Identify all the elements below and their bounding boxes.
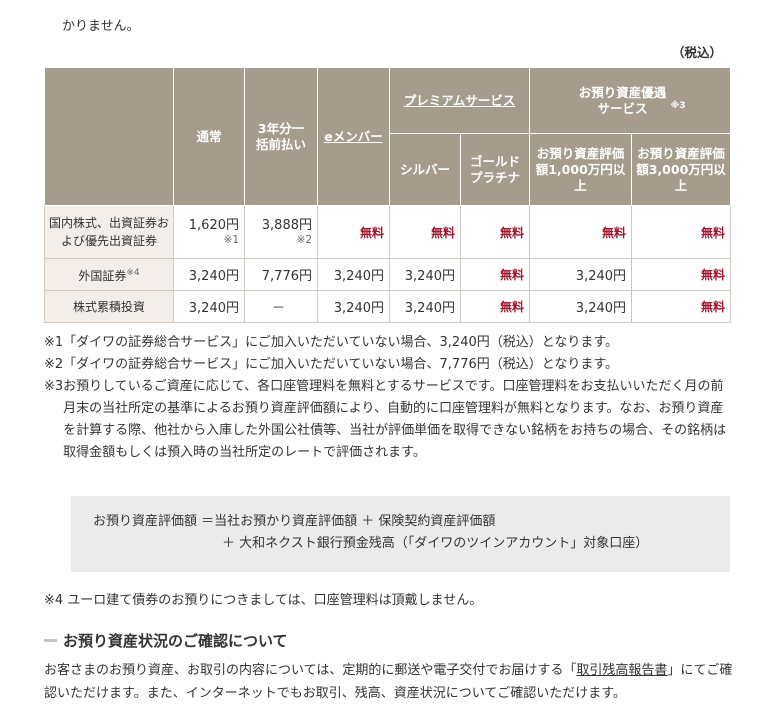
cell-normal: 3,240円: [173, 258, 245, 291]
account-fee-table: 通常 3年分一括前払い eメンバー プレミアムサービス お預り資産優遇サービス ※…: [44, 67, 732, 323]
cell-e-member: 無料: [317, 205, 390, 259]
asset-valuation-formula: お預り資産評価額 ＝当社お預かり資産評価額 ＋ 保険契約資産評価額 ＋ 大和ネク…: [71, 496, 730, 572]
e-member-link[interactable]: eメンバー: [324, 129, 382, 144]
header-premium-service[interactable]: プレミアムサービス: [388, 67, 531, 134]
cell-three-year: －: [244, 290, 318, 323]
intro-text: かりません。: [62, 0, 742, 38]
header-tier-30m: お預り資産評価額3,000万円以上: [631, 133, 732, 206]
cell-e-member: 3,240円: [317, 258, 390, 291]
intro-line-1: [62, 0, 742, 16]
table-corner-cell: [44, 67, 174, 206]
footnotes: ※1 「ダイワの証券総合サービス」にご加入いただいていない場合、3,240円（税込…: [44, 332, 734, 464]
footnote-1: ※1 「ダイワの証券総合サービス」にご加入いただいていない場合、3,240円（税込…: [44, 335, 619, 350]
cell-tier2: 無料: [631, 258, 732, 291]
cell-tier1: 無料: [529, 205, 633, 259]
cell-gold: 無料: [459, 258, 531, 291]
premium-service-link[interactable]: プレミアムサービス: [404, 93, 516, 108]
header-gold-platinum: ゴールドプラチナ: [459, 133, 531, 206]
asset-service-note-mark: ※3: [670, 100, 686, 111]
cell-tier1: 3,240円: [529, 290, 633, 323]
formula-line-2: ＋ 大和ネクスト銀行預金残高（「ダイワのツインアカウント」対象口座）: [222, 536, 649, 551]
footnote-2: ※2 「ダイワの証券総合サービス」にご加入いただいていない場合、7,776円（税込…: [44, 357, 619, 372]
header-tier-10m: お預り資産評価額1,000万円以上: [529, 133, 633, 206]
table-row: 株式累積投資 3,240円 － 3,240円 3,240円 無料 3,240円 …: [44, 290, 732, 323]
header-normal: 通常: [173, 67, 245, 206]
section-heading: お預り資産状況のご確認について: [44, 630, 288, 651]
section-body: お客さまのお預り資産、お取引の内容については、定期的に郵送や電子交付でお届けする…: [44, 663, 733, 701]
cell-normal: 1,620円 ※1: [173, 205, 245, 259]
section-title: お預り資産状況のご確認について: [63, 632, 288, 650]
row-label: 株式累積投資: [44, 290, 174, 323]
footnote-3: ※3 お預りしているご資産に応じて、各口座管理料を無料とするサービスです。口座管理…: [44, 379, 727, 460]
cell-tier2: 無料: [631, 290, 732, 323]
header-silver: シルバー: [389, 133, 461, 206]
cell-silver: 3,240円: [389, 258, 461, 291]
cell-normal: 3,240円: [173, 290, 245, 323]
cell-silver: 無料: [389, 205, 461, 259]
cell-e-member: 3,240円: [317, 290, 390, 323]
note-mark-1: ※1: [223, 234, 239, 246]
row-label: 外国証券※4: [44, 258, 174, 291]
cell-gold: 無料: [459, 205, 531, 259]
cell-three-year: 7,776円: [244, 258, 318, 291]
tax-included-note: （税込）: [671, 45, 722, 60]
row-label: 国内株式、出資証券および優先出資証券: [44, 205, 174, 259]
cell-tier2: 無料: [631, 205, 732, 259]
trade-balance-report-link[interactable]: 取引残高報告書: [576, 663, 667, 678]
table-row: 国内株式、出資証券および優先出資証券 1,620円 ※1 3,888円 ※2 無…: [44, 205, 732, 259]
intro-line-2: かりません。: [62, 19, 140, 34]
note-mark-2: ※2: [296, 234, 312, 246]
cell-silver: 3,240円: [389, 290, 461, 323]
heading-dash-icon: [44, 639, 57, 642]
note-mark-4: ※4: [126, 268, 140, 278]
cell-tier1: 3,240円: [529, 258, 633, 291]
header-e-member[interactable]: eメンバー: [317, 67, 390, 206]
header-asset-service: お預り資産優遇サービス ※3: [529, 67, 732, 134]
cell-three-year: 3,888円 ※2: [244, 205, 318, 259]
formula-line-1: お預り資産評価額 ＝当社お預かり資産評価額 ＋ 保険契約資産評価額: [93, 514, 496, 529]
header-three-year: 3年分一括前払い: [244, 67, 318, 206]
table-row: 外国証券※4 3,240円 7,776円 3,240円 3,240円 無料 3,…: [44, 258, 732, 291]
cell-gold: 無料: [459, 290, 531, 323]
footnote-4: ※4 ユーロ建て債券のお預りにつきましては、口座管理料は頂戴しません。: [44, 593, 483, 608]
